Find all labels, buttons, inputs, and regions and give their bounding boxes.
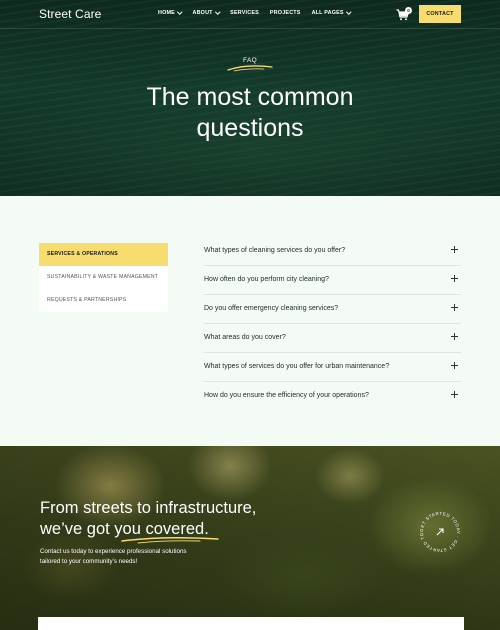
faq-question-item[interactable]: How often do you perform city cleaning? bbox=[204, 266, 461, 295]
cta-title: From streets to infrastructure, we’ve go… bbox=[40, 498, 256, 540]
top-navigation: Street Care HOME ABOUT SERVICES PROJECTS… bbox=[0, 0, 500, 29]
page-title: The most common questions bbox=[0, 82, 500, 144]
tag-underline-decoration bbox=[227, 65, 273, 72]
faq-question-text: What areas do you cover? bbox=[204, 334, 286, 341]
faq-category-services-operations[interactable]: SERVICES & OPERATIONS bbox=[39, 243, 168, 266]
cta-subtitle-line: Contact us today to experience professio… bbox=[40, 548, 187, 555]
faq-tag: FAQ bbox=[243, 57, 257, 64]
cta-section: From streets to infrastructure, we’ve go… bbox=[0, 446, 500, 630]
nav-item-home[interactable]: HOME bbox=[158, 9, 183, 16]
nav-item-label: SERVICES bbox=[230, 10, 259, 16]
faq-question-item[interactable]: What types of cleaning services do you o… bbox=[204, 237, 461, 266]
faq-question-text: How often do you perform city cleaning? bbox=[204, 276, 329, 283]
get-started-badge[interactable]: GET STARTED TODAY · GET STARTED TODAY · bbox=[416, 508, 464, 556]
plus-icon[interactable] bbox=[451, 275, 458, 282]
faq-question-text: What types of cleaning services do you o… bbox=[204, 247, 346, 254]
contact-button[interactable]: CONTACT bbox=[419, 5, 461, 23]
faq-category-list: SERVICES & OPERATIONS SUSTAINABILITY & W… bbox=[39, 243, 168, 312]
highlight-underline-decoration bbox=[121, 537, 219, 544]
nav-item-projects[interactable]: PROJECTS bbox=[270, 10, 301, 16]
faq-question-list: What types of cleaning services do you o… bbox=[204, 237, 461, 411]
plus-icon[interactable] bbox=[451, 246, 458, 253]
faq-section: SERVICES & OPERATIONS SUSTAINABILITY & W… bbox=[0, 196, 500, 446]
cta-title-line: From streets to infrastructure, bbox=[40, 499, 257, 517]
faq-question-text: Do you offer emergency cleaning services… bbox=[204, 305, 339, 312]
hero-section: Street Care HOME ABOUT SERVICES PROJECTS… bbox=[0, 0, 500, 196]
faq-question-item[interactable]: What areas do you cover? bbox=[204, 324, 461, 353]
faq-question-text: How do you ensure the efficiency of your… bbox=[204, 392, 369, 399]
faq-category-requests[interactable]: REQUESTS & PARTNERSHIPS bbox=[39, 289, 168, 312]
faq-question-item[interactable]: How do you ensure the efficiency of your… bbox=[204, 382, 461, 411]
main-menu: HOME ABOUT SERVICES PROJECTS ALL PAGES bbox=[158, 9, 351, 16]
faq-question-item[interactable]: Do you offer emergency cleaning services… bbox=[204, 295, 461, 324]
faq-category-sustainability[interactable]: SUSTAINABILITY & WASTE MANAGEMENT bbox=[39, 266, 168, 289]
arrow-up-right-icon bbox=[436, 528, 444, 536]
plus-icon[interactable] bbox=[451, 304, 458, 311]
plus-icon[interactable] bbox=[451, 391, 458, 398]
cta-subtitle: Contact us today to experience professio… bbox=[40, 547, 220, 566]
cart-count-badge: 0 bbox=[405, 7, 412, 14]
cta-subtitle-line: tailored to your community’s needs! bbox=[40, 557, 138, 565]
page-title-line: The most common bbox=[146, 83, 354, 111]
page-title-line: questions bbox=[196, 114, 304, 142]
brand-logo[interactable]: Street Care bbox=[39, 7, 101, 21]
faq-question-item[interactable]: What types of services do you offer for … bbox=[204, 353, 461, 382]
cta-title-prefix: we’ve got bbox=[40, 520, 115, 538]
chevron-down-icon bbox=[177, 9, 183, 15]
chevron-down-icon bbox=[346, 9, 351, 15]
nav-item-label: ALL PAGES bbox=[311, 10, 344, 16]
nav-item-services[interactable]: SERVICES bbox=[230, 10, 259, 16]
plus-icon[interactable] bbox=[451, 362, 458, 369]
nav-item-label: ABOUT bbox=[192, 10, 213, 16]
nav-item-about[interactable]: ABOUT bbox=[192, 9, 220, 16]
chevron-down-icon bbox=[214, 9, 220, 15]
nav-item-label: PROJECTS bbox=[269, 10, 301, 16]
nav-item-label: HOME bbox=[158, 10, 175, 16]
footer-card-edge bbox=[38, 617, 464, 630]
faq-question-text: What types of services do you offer for … bbox=[204, 363, 390, 370]
plus-icon[interactable] bbox=[451, 333, 458, 340]
nav-item-all-pages[interactable]: ALL PAGES bbox=[311, 9, 351, 16]
badge-circular-text: GET STARTED TODAY · GET STARTED TODAY · bbox=[416, 508, 461, 553]
